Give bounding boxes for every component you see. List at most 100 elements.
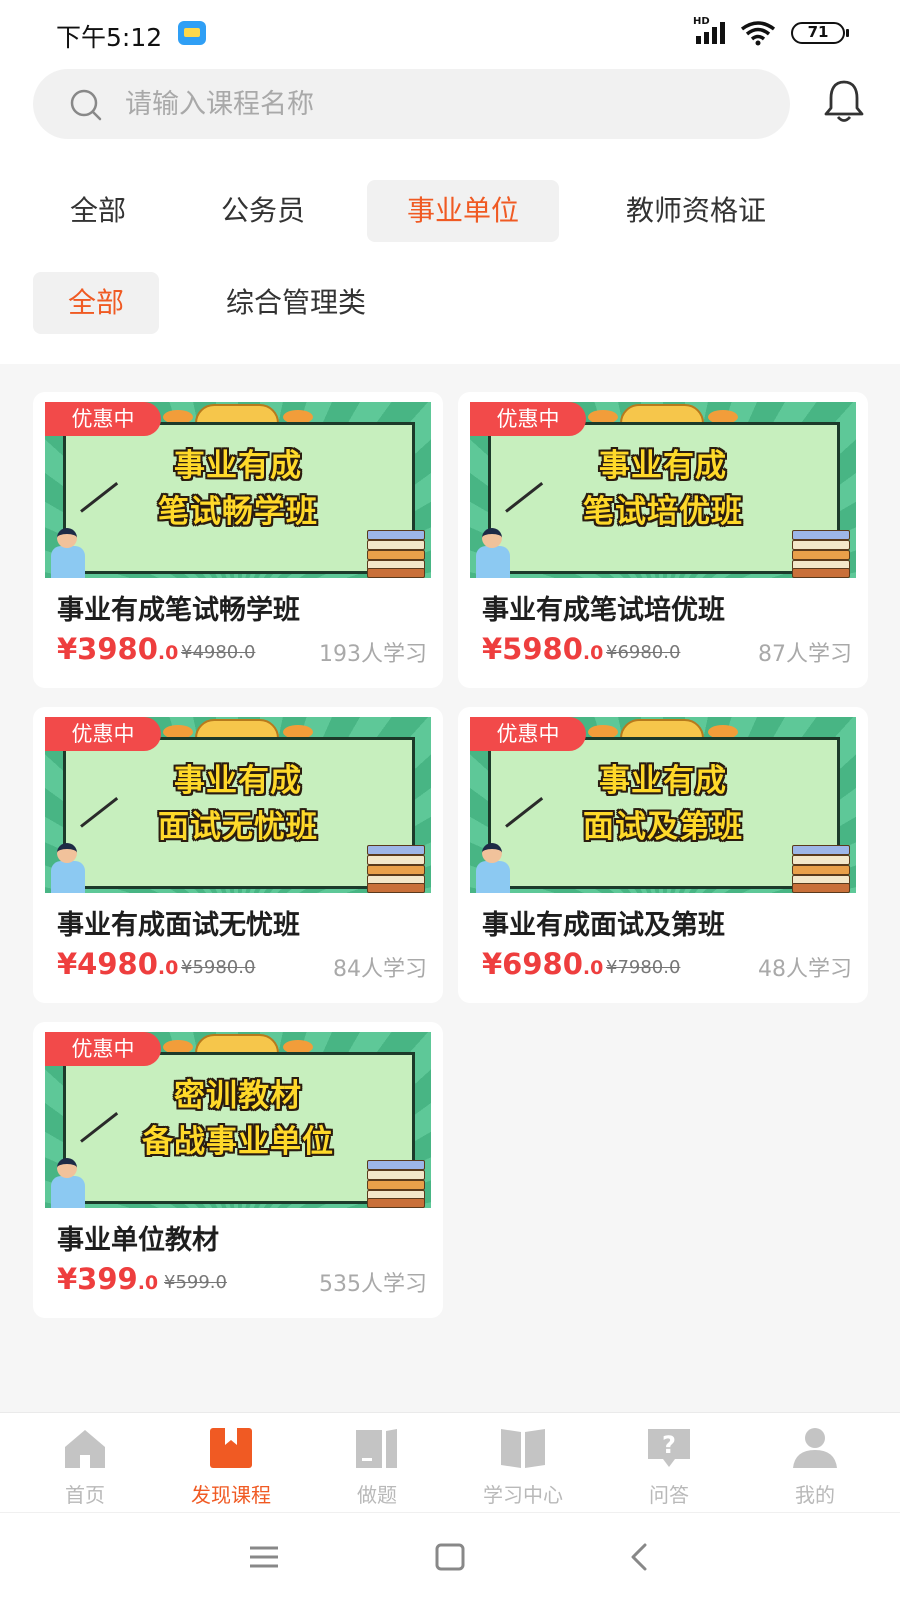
user-icon <box>793 1428 837 1468</box>
sale-price: ¥4980.0 <box>57 947 179 981</box>
bookmark-icon <box>210 1428 252 1468</box>
teacher-illustration <box>474 843 514 893</box>
tab-public-institution[interactable]: 事业单位 <box>367 180 559 242</box>
nav-item-discover-courses[interactable]: 发现课程 <box>158 1413 304 1513</box>
course-card[interactable]: 事业有成 面试无忧班 优惠中 事业有成面试无忧班 ¥4980.0 ¥5980.0… <box>33 707 443 1003</box>
wifi-icon <box>740 21 776 46</box>
course-banner-image: 密训教材 备战事业单位 优惠中 <box>45 1032 431 1208</box>
bottom-nav: 首页 发现课程 做题 学习中心 ? 问答 我的 <box>0 1412 900 1512</box>
nav-label: 首页 <box>65 1483 105 1507</box>
price-row: ¥4980.0 ¥5980.0 84人学习 <box>57 947 427 987</box>
status-bar: 下午5:12 HD 71 <box>0 0 900 64</box>
question-icon: ? <box>648 1429 690 1467</box>
bell-icon[interactable] <box>822 78 866 124</box>
nav-label: 学习中心 <box>483 1483 563 1507</box>
course-title: 事业有成笔试培优班 <box>482 595 725 626</box>
nav-label: 发现课程 <box>191 1483 271 1507</box>
app-notification-icon <box>178 21 206 45</box>
home-square-icon[interactable] <box>430 1537 470 1577</box>
books-illustration <box>792 845 852 893</box>
course-title: 事业有成面试无忧班 <box>57 910 300 941</box>
nav-item-learning-center[interactable]: 学习中心 <box>450 1413 596 1513</box>
nav-label: 问答 <box>649 1483 689 1507</box>
open-book-icon <box>501 1429 545 1468</box>
student-count: 48人学习 <box>758 957 852 982</box>
nav-label: 我的 <box>795 1483 835 1507</box>
student-count: 193人学习 <box>319 642 427 667</box>
tab-teacher-certificate[interactable]: 教师资格证 <box>600 180 792 242</box>
tab-civil-servant[interactable]: 公务员 <box>196 180 330 242</box>
discount-badge: 优惠中 <box>45 1032 161 1066</box>
sale-price: ¥5980.0 <box>482 632 604 666</box>
course-title: 事业有成面试及第班 <box>482 910 725 941</box>
teacher-illustration <box>49 843 89 893</box>
subtab-all[interactable]: 全部 <box>33 272 159 334</box>
tab-all[interactable]: 全部 <box>42 180 154 242</box>
discount-badge: 优惠中 <box>45 402 161 436</box>
sale-price: ¥399.0 <box>57 1262 159 1296</box>
back-icon[interactable] <box>620 1537 660 1577</box>
student-count: 535人学习 <box>319 1272 427 1297</box>
teacher-illustration <box>49 1158 89 1208</box>
status-time: 下午5:12 <box>56 23 163 52</box>
search-icon <box>70 89 102 121</box>
teacher-illustration <box>49 528 89 578</box>
price-row: ¥6980.0 ¥7980.0 48人学习 <box>482 947 852 987</box>
student-count: 84人学习 <box>333 957 427 982</box>
signal-icon <box>696 22 725 44</box>
exercise-book-icon <box>356 1429 397 1468</box>
original-price: ¥5980.0 <box>181 957 256 978</box>
books-illustration <box>367 1160 427 1208</box>
original-price: ¥6980.0 <box>606 642 681 663</box>
price-row: ¥3980.0 ¥4980.0 193人学习 <box>57 632 427 672</box>
nav-item-home[interactable]: 首页 <box>12 1413 158 1513</box>
battery-indicator: 71 <box>791 22 849 44</box>
nav-item-qa[interactable]: ? 问答 <box>596 1413 742 1513</box>
banner-line-1: 事业有成 <box>599 763 727 799</box>
banner-line-2: 面试及第班 <box>583 809 743 845</box>
original-price: ¥599.0 <box>164 1272 227 1293</box>
nav-item-profile[interactable]: 我的 <box>742 1413 888 1513</box>
svg-text:?: ? <box>662 1431 676 1459</box>
course-card[interactable]: 事业有成 笔试培优班 优惠中 事业有成笔试培优班 ¥5980.0 ¥6980.0… <box>458 392 868 688</box>
banner-line-1: 事业有成 <box>174 763 302 799</box>
course-card[interactable]: 事业有成 面试及第班 优惠中 事业有成面试及第班 ¥6980.0 ¥7980.0… <box>458 707 868 1003</box>
search-bar[interactable] <box>33 69 790 139</box>
banner-line-2: 面试无忧班 <box>158 809 318 845</box>
course-banner-image: 事业有成 面试及第班 优惠中 <box>470 717 856 893</box>
banner-line-2: 备战事业单位 <box>142 1124 334 1160</box>
banner-line-2: 笔试畅学班 <box>158 494 318 530</box>
sale-price: ¥6980.0 <box>482 947 604 981</box>
course-card[interactable]: 事业有成 笔试畅学班 优惠中 事业有成笔试畅学班 ¥3980.0 ¥4980.0… <box>33 392 443 688</box>
books-illustration <box>367 530 427 578</box>
system-nav-bar <box>0 1512 900 1600</box>
nav-item-exercises[interactable]: 做题 <box>304 1413 450 1513</box>
discount-badge: 优惠中 <box>470 402 586 436</box>
banner-line-2: 笔试培优班 <box>583 494 743 530</box>
course-banner-image: 事业有成 笔试畅学班 优惠中 <box>45 402 431 578</box>
course-title: 事业单位教材 <box>57 1225 219 1256</box>
menu-icon[interactable] <box>244 1537 284 1577</box>
discount-badge: 优惠中 <box>45 717 161 751</box>
home-icon <box>65 1430 105 1468</box>
banner-line-1: 密训教材 <box>174 1078 302 1114</box>
course-banner-image: 事业有成 笔试培优班 优惠中 <box>470 402 856 578</box>
search-input[interactable] <box>125 81 745 127</box>
books-illustration <box>792 530 852 578</box>
banner-line-1: 事业有成 <box>174 448 302 484</box>
original-price: ¥7980.0 <box>606 957 681 978</box>
price-row: ¥5980.0 ¥6980.0 87人学习 <box>482 632 852 672</box>
course-card[interactable]: 密训教材 备战事业单位 优惠中 事业单位教材 ¥399.0 ¥599.0 535… <box>33 1022 443 1318</box>
books-illustration <box>367 845 427 893</box>
sale-price: ¥3980.0 <box>57 632 179 666</box>
student-count: 87人学习 <box>758 642 852 667</box>
original-price: ¥4980.0 <box>181 642 256 663</box>
discount-badge: 优惠中 <box>470 717 586 751</box>
banner-line-1: 事业有成 <box>599 448 727 484</box>
course-title: 事业有成笔试畅学班 <box>57 595 300 626</box>
subtab-comprehensive-management[interactable]: 综合管理类 <box>196 272 396 334</box>
nav-label: 做题 <box>357 1483 397 1507</box>
course-banner-image: 事业有成 面试无忧班 优惠中 <box>45 717 431 893</box>
teacher-illustration <box>474 528 514 578</box>
price-row: ¥399.0 ¥599.0 535人学习 <box>57 1262 427 1302</box>
